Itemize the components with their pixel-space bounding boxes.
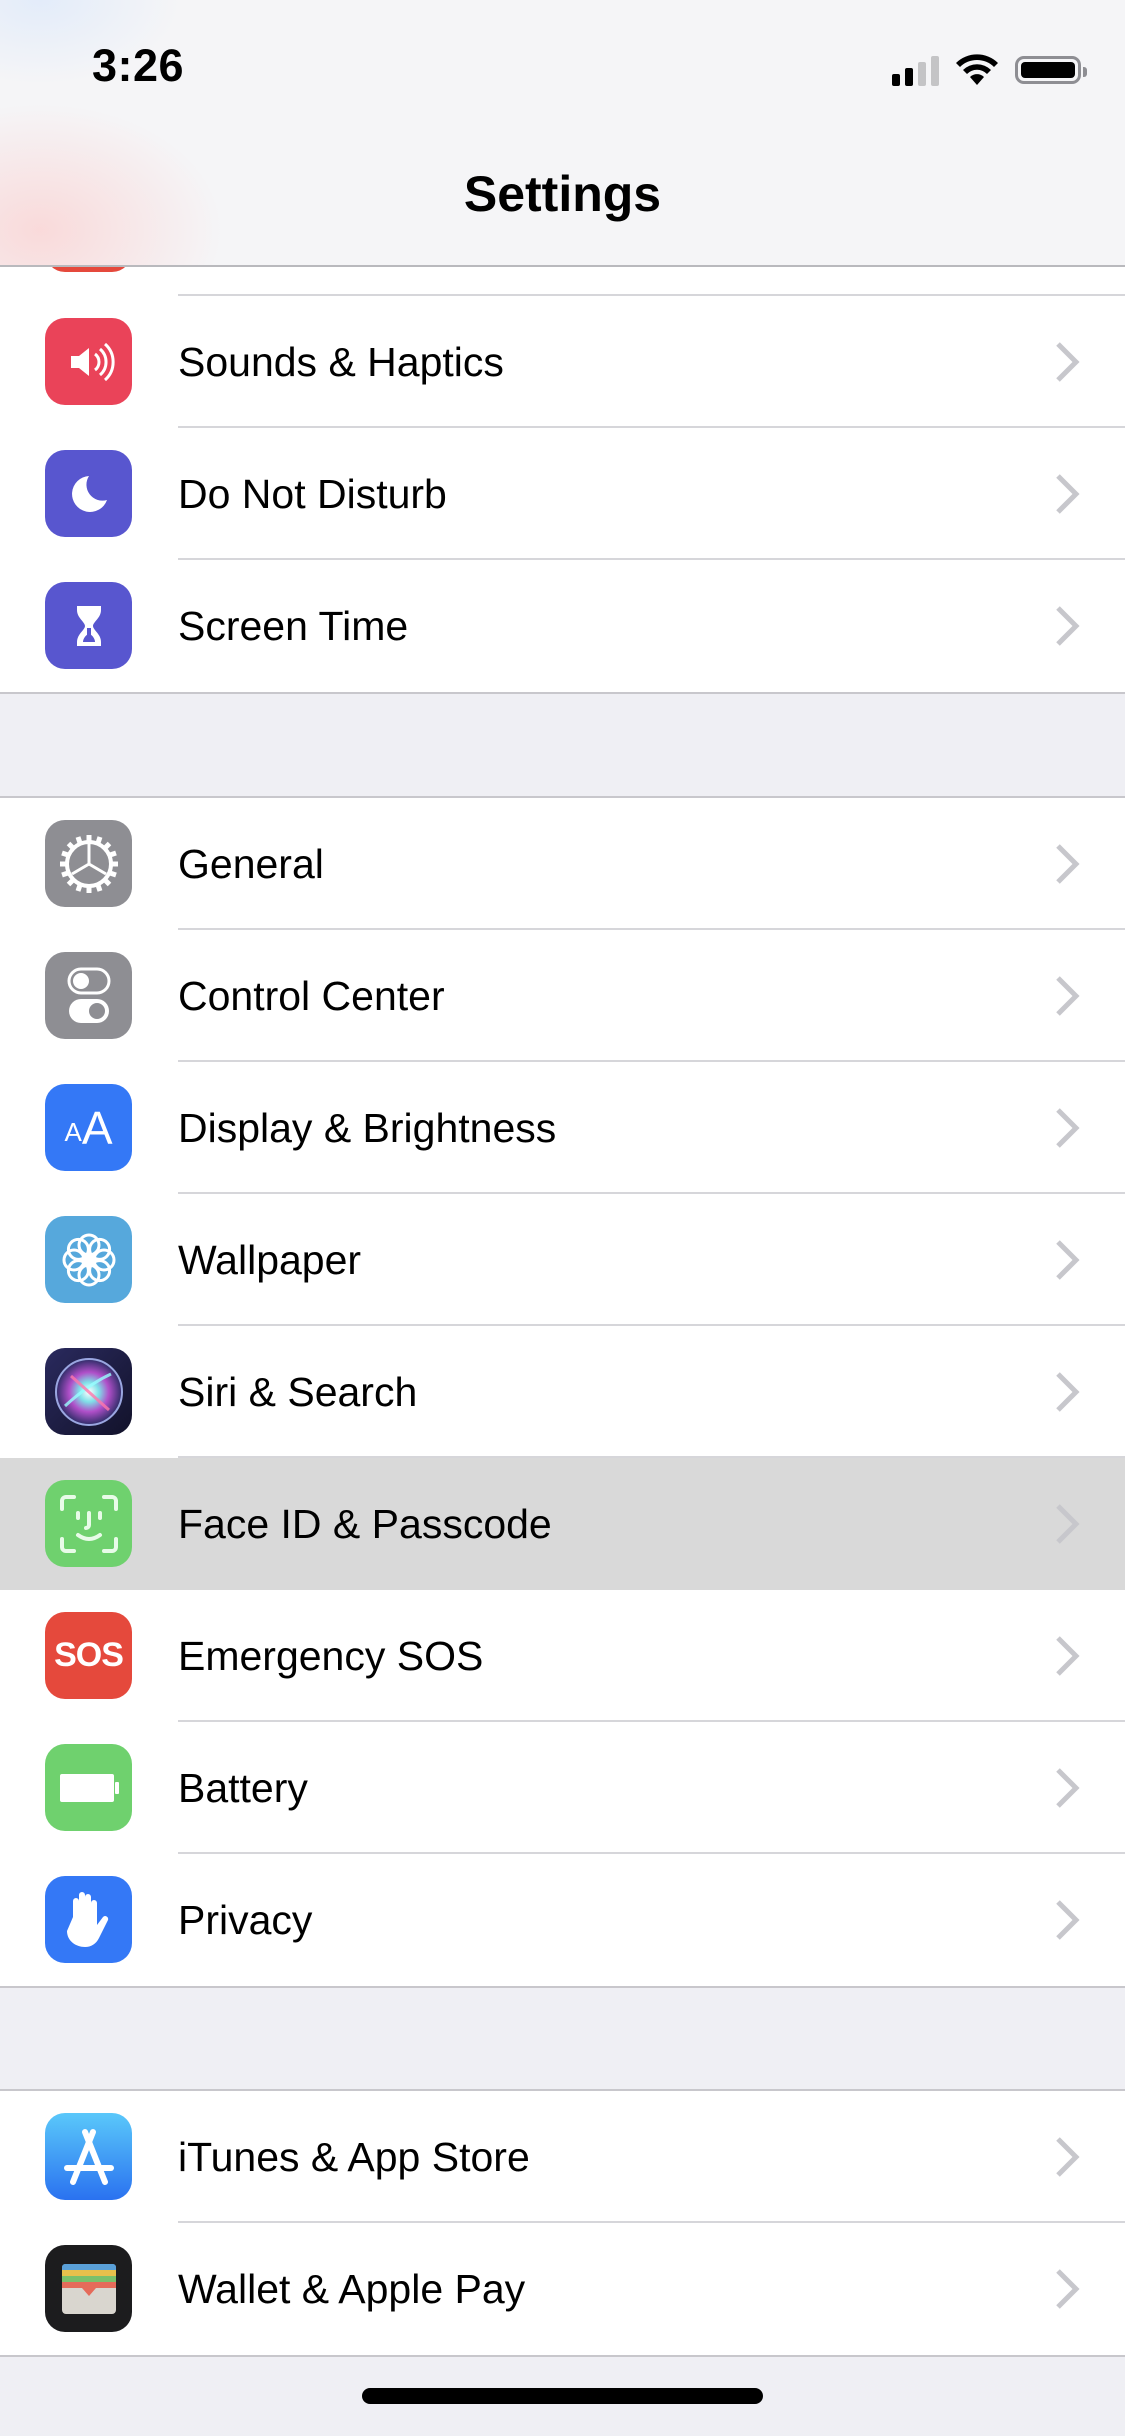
chevron-right-icon xyxy=(1056,1768,1080,1808)
settings-group-partial xyxy=(0,262,1125,298)
sos-icon: SOS xyxy=(45,1612,132,1699)
row-screen-time[interactable]: Screen Time xyxy=(0,560,1125,692)
chevron-right-icon xyxy=(1056,1900,1080,1940)
row-general[interactable]: General xyxy=(0,798,1125,930)
wifi-icon xyxy=(956,54,998,85)
chevron-right-icon xyxy=(1056,2269,1080,2309)
row-wallet-apple-pay[interactable]: Wallet & Apple Pay xyxy=(0,2223,1125,2355)
row-label: Battery xyxy=(178,1765,308,1811)
chevron-right-icon xyxy=(1056,1372,1080,1412)
row-label: iTunes & App Store xyxy=(178,2134,530,2180)
chevron-right-icon xyxy=(1056,474,1080,514)
home-indicator[interactable] xyxy=(362,2388,763,2404)
chevron-right-icon xyxy=(1056,342,1080,382)
row-label: General xyxy=(178,841,324,887)
row-privacy[interactable]: Privacy xyxy=(0,1854,1125,1986)
row-battery[interactable]: Battery xyxy=(0,1722,1125,1854)
settings-group-3: iTunes & App Store Wallet & Apple Pay xyxy=(0,2089,1125,2357)
row-emergency-sos[interactable]: SOS Emergency SOS xyxy=(0,1590,1125,1722)
app-store-icon xyxy=(45,2113,132,2200)
row-label: Privacy xyxy=(178,1897,313,1943)
row-label: Screen Time xyxy=(178,603,409,649)
row-label: Siri & Search xyxy=(178,1369,418,1415)
face-id-icon xyxy=(45,1480,132,1567)
row-do-not-disturb[interactable]: Do Not Disturb xyxy=(0,428,1125,560)
page-title: Settings xyxy=(463,166,662,222)
text-size-icon: AA xyxy=(45,1084,132,1171)
row-display-brightness[interactable]: AA Display & Brightness xyxy=(0,1062,1125,1194)
hourglass-icon xyxy=(45,582,132,669)
settings-group-1: Sounds & Haptics Do Not Disturb Screen T… xyxy=(0,296,1125,694)
row-sounds-haptics[interactable]: Sounds & Haptics xyxy=(0,296,1125,428)
row-wallpaper[interactable]: Wallpaper xyxy=(0,1194,1125,1326)
row-control-center[interactable]: Control Center xyxy=(0,930,1125,1062)
speaker-icon xyxy=(45,318,132,405)
siri-icon xyxy=(45,1348,132,1435)
wallet-icon xyxy=(45,2245,132,2332)
chevron-right-icon xyxy=(1056,844,1080,884)
row-label: Wallet & Apple Pay xyxy=(178,2266,526,2312)
row-face-id-passcode[interactable]: Face ID & Passcode xyxy=(0,1458,1125,1590)
row-siri-search[interactable]: Siri & Search xyxy=(0,1326,1125,1458)
cellular-signal-icon xyxy=(892,54,939,86)
row-label: Control Center xyxy=(178,973,445,1019)
chevron-right-icon xyxy=(1056,1636,1080,1676)
status-icons xyxy=(892,50,1087,90)
moon-icon xyxy=(45,450,132,537)
toggles-icon xyxy=(45,952,132,1039)
navigation-header: 3:26 Settings xyxy=(0,0,1125,267)
flower-icon xyxy=(45,1216,132,1303)
gear-icon xyxy=(45,820,132,907)
settings-group-2: General Control Center AA Display & Brig… xyxy=(0,796,1125,1988)
row-label: Wallpaper xyxy=(178,1237,362,1283)
chevron-right-icon xyxy=(1056,1108,1080,1148)
chevron-right-icon xyxy=(1056,1240,1080,1280)
hand-icon xyxy=(45,1876,132,1963)
row-label: Display & Brightness xyxy=(178,1105,557,1151)
row-label: Face ID & Passcode xyxy=(178,1501,552,1547)
row-label: Sounds & Haptics xyxy=(178,339,504,385)
chevron-right-icon xyxy=(1056,976,1080,1016)
row-label: Emergency SOS xyxy=(178,1633,484,1679)
chevron-right-icon xyxy=(1056,1504,1080,1544)
battery-icon xyxy=(1015,56,1087,84)
chevron-right-icon xyxy=(1056,606,1080,646)
battery-icon xyxy=(45,1744,132,1831)
chevron-right-icon xyxy=(1056,2137,1080,2177)
status-time: 3:26 xyxy=(92,40,185,91)
row-itunes-app-store[interactable]: iTunes & App Store xyxy=(0,2091,1125,2223)
row-label: Do Not Disturb xyxy=(178,471,447,517)
